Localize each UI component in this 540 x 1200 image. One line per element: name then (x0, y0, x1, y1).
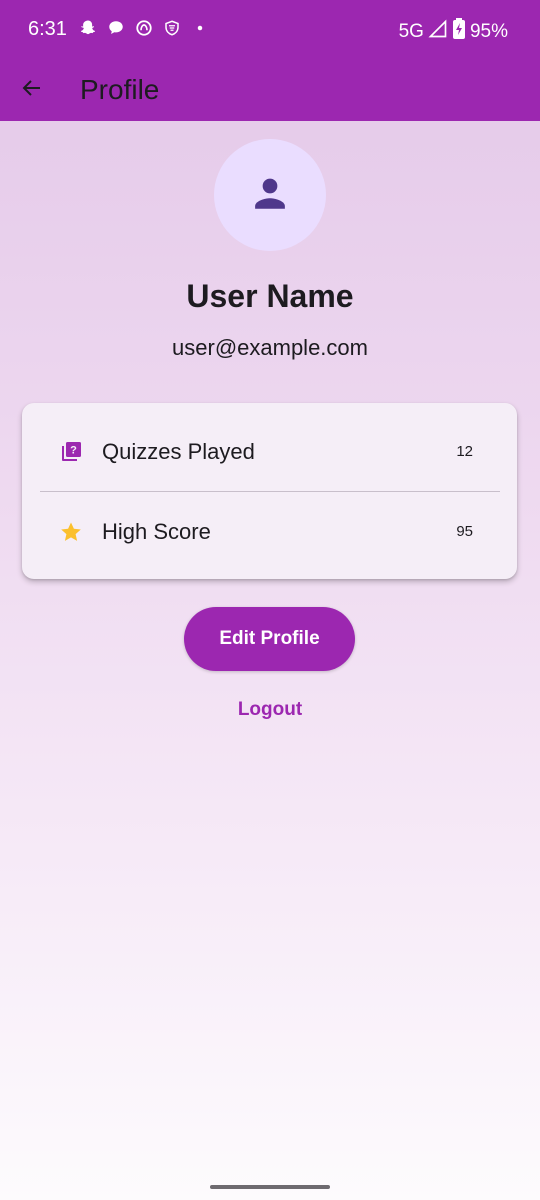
logout-button[interactable]: Logout (220, 692, 320, 728)
stat-row-quizzes: ? Quizzes Played 12 (22, 411, 517, 491)
network-label: 5G (398, 21, 424, 42)
snapchat-icon (78, 18, 98, 38)
avatar (214, 139, 326, 251)
user-name: User Name (186, 278, 354, 314)
stat-value: 95 (456, 523, 473, 540)
edit-profile-button[interactable]: Edit Profile (184, 607, 355, 671)
vpn-icon (162, 18, 182, 38)
signal-icon (428, 19, 448, 45)
stat-label: Quizzes Played (102, 439, 255, 464)
user-email: user@example.com (172, 335, 368, 360)
stat-value: 12 (456, 443, 473, 460)
stat-row-high-score: High Score 95 (22, 491, 517, 571)
page-title: Profile (80, 74, 160, 105)
home-indicator[interactable] (210, 1185, 330, 1189)
star-icon (58, 519, 84, 545)
stat-label: High Score (102, 519, 211, 544)
app-bar: Profile (0, 60, 540, 121)
svg-text:?: ? (70, 445, 77, 457)
notification-icons (78, 18, 210, 38)
quiz-icon: ? (58, 439, 84, 465)
dot-icon (190, 18, 210, 38)
app-icon (134, 18, 154, 38)
chat-bubble-icon (106, 18, 126, 38)
stats-card: ? Quizzes Played 12 High Score 95 (22, 403, 517, 579)
back-button[interactable] (12, 70, 52, 110)
status-time: 6:31 (28, 18, 67, 40)
status-right: 5G 95% (399, 18, 508, 46)
status-bar: 6:31 5G 95% (0, 0, 540, 60)
battery-label: 95% (469, 21, 508, 42)
battery-icon (452, 18, 466, 46)
arrow-back-icon (20, 76, 44, 105)
person-icon (249, 172, 291, 219)
